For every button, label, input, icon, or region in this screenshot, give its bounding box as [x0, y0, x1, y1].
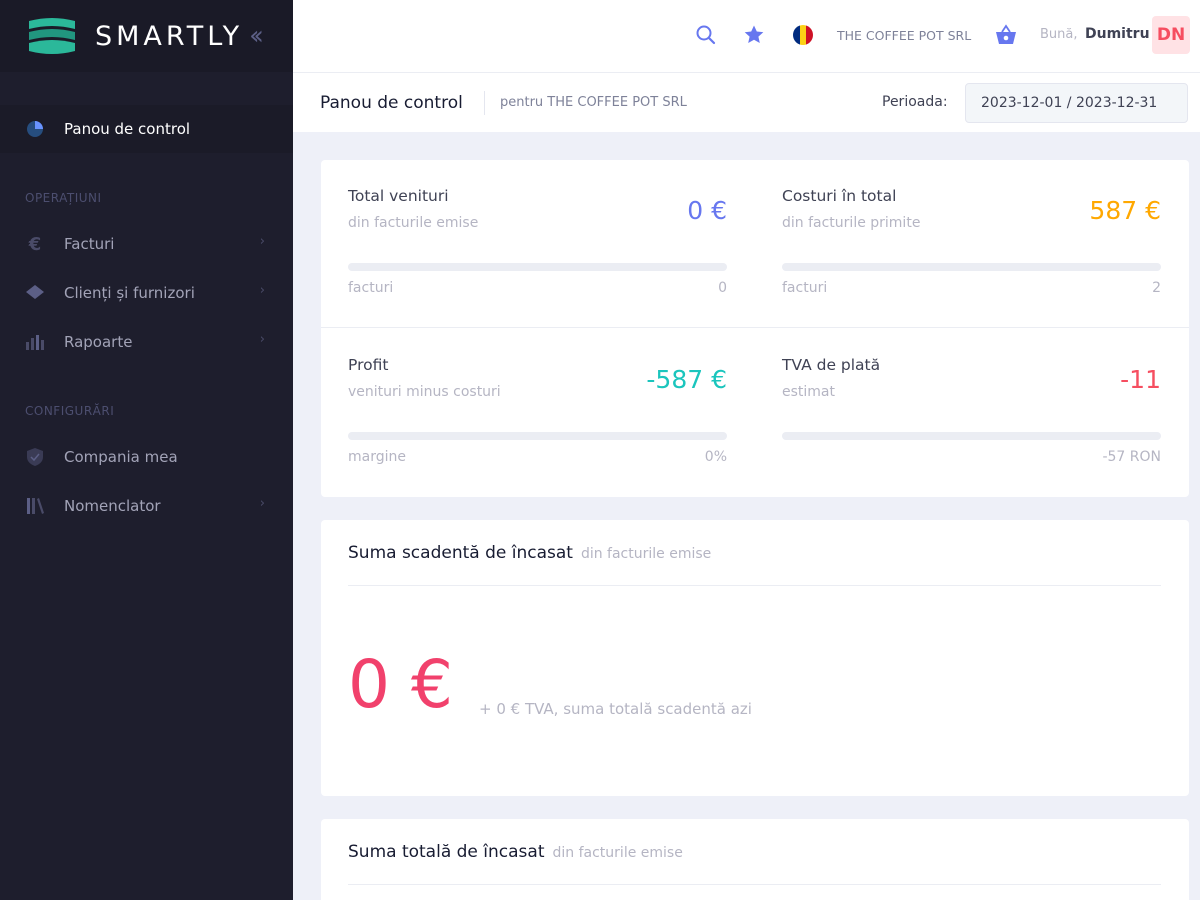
stat-tva-plata: TVA de plată estimat -11 -57 RON — [755, 329, 1189, 497]
due-note: + 0 € TVA, suma totală scadentă azi — [479, 700, 752, 718]
logo-icon — [29, 18, 75, 54]
stat-progress-bar — [348, 263, 727, 271]
sidebar-item-rapoarte[interactable]: Rapoarte › — [0, 320, 293, 364]
stat-total-venituri: Total venituri din facturile emise 0 € f… — [321, 160, 755, 328]
greeting: Bună, — [1040, 27, 1078, 42]
shield-icon — [25, 447, 45, 467]
stat-foot-value: -57 RON — [1102, 449, 1161, 465]
stat-foot-label: facturi — [348, 280, 394, 296]
stat-title: Profit — [348, 356, 389, 374]
stat-title: Costuri în total — [782, 187, 897, 205]
total-amount-card: Suma totală de încasat din facturile emis… — [321, 819, 1189, 900]
card-title: Suma scadentă de încasat din facturile em… — [348, 543, 711, 563]
sidebar-item-label: Facturi — [64, 235, 115, 253]
card-title-text: Suma totală de încasat — [348, 842, 545, 862]
card-title-text: Suma scadentă de încasat — [348, 543, 573, 563]
period-label: Perioada: — [882, 94, 948, 110]
sidebar-item-nomenclator[interactable]: Nomenclator › — [0, 484, 293, 528]
stat-foot-label: margine — [348, 449, 406, 465]
stat-value: 0 € — [687, 196, 727, 225]
stat-progress-bar — [782, 263, 1161, 271]
stat-value: 587 € — [1089, 196, 1161, 225]
stat-progress-bar — [782, 432, 1161, 440]
pie-chart-icon — [25, 119, 45, 139]
sidebar-item-clienti[interactable]: Clienți și furnizori › — [0, 271, 293, 315]
card-subtitle: din facturile emise — [580, 546, 712, 562]
card-title: Suma totală de încasat din facturile emis… — [348, 842, 683, 862]
subheader: Panou de control pentru THE COFFEE POT S… — [293, 72, 1200, 132]
due-amount-card: Suma scadentă de încasat din facturile em… — [321, 520, 1189, 796]
stat-title: TVA de plată — [782, 356, 881, 374]
stat-progress-bar — [348, 432, 727, 440]
stat-foot-label: facturi — [782, 280, 828, 296]
header: THE COFFEE POT SRL Bună, Dumitru DN — [293, 0, 1200, 72]
euro-icon: € — [28, 233, 42, 255]
stat-value: -587 € — [646, 365, 727, 394]
sidebar-item-compania[interactable]: Compania mea — [0, 435, 293, 479]
card-subtitle: din facturile emise — [552, 845, 683, 861]
divider — [348, 585, 1161, 586]
search-icon[interactable] — [695, 24, 717, 46]
chevron-right-icon: › — [259, 496, 265, 511]
star-icon[interactable] — [743, 24, 765, 46]
stat-subtitle: din facturile emise — [348, 215, 479, 231]
sidebar-item-label: Clienți și furnizori — [64, 284, 195, 302]
avatar[interactable]: DN — [1152, 16, 1190, 54]
divider — [348, 884, 1161, 885]
library-icon — [25, 496, 45, 516]
stat-foot-value: 0 — [718, 280, 727, 296]
chevron-right-icon: › — [259, 283, 265, 298]
section-title: CONFIGURĂRI — [25, 404, 115, 418]
page-title: Panou de control — [320, 93, 463, 113]
stat-foot-value: 2 — [1152, 280, 1161, 296]
sidebar-item-facturi[interactable]: € Facturi › — [0, 222, 293, 266]
company-name[interactable]: THE COFFEE POT SRL — [837, 28, 971, 43]
sidebar-item-dashboard[interactable]: Panou de control — [0, 105, 293, 153]
due-amount: 0 € — [348, 646, 453, 723]
sidebar-item-label: Rapoarte — [64, 333, 133, 351]
layers-icon — [25, 283, 45, 303]
divider — [484, 91, 485, 115]
stat-profit: Profit venituri minus costuri -587 € mar… — [321, 329, 755, 497]
brand-name: SMARTLY — [95, 20, 244, 52]
stat-foot-value: 0% — [704, 449, 727, 465]
stat-value: -11 — [1120, 365, 1161, 394]
brand: SMARTLY ‹‹ — [0, 0, 293, 72]
stat-title: Total venituri — [348, 187, 449, 205]
chevron-right-icon: › — [259, 234, 265, 249]
basket-icon[interactable] — [995, 24, 1017, 46]
sidebar-item-label: Panou de control — [64, 120, 191, 138]
page-subtitle: pentru THE COFFEE POT SRL — [500, 95, 687, 110]
sidebar-item-label: Compania mea — [64, 448, 178, 466]
sidebar-item-label: Nomenclator — [64, 497, 161, 515]
stats-card: Total venituri din facturile emise 0 € f… — [321, 160, 1189, 497]
chevron-right-icon: › — [259, 332, 265, 347]
stat-subtitle: estimat — [782, 384, 835, 400]
collapse-sidebar-icon[interactable]: ‹‹ — [249, 23, 264, 49]
bar-chart-icon — [25, 332, 45, 352]
section-title: OPERAȚIUNI — [25, 191, 102, 205]
stat-subtitle: venituri minus costuri — [348, 384, 501, 400]
stat-subtitle: din facturile primite — [782, 215, 921, 231]
user-name[interactable]: Dumitru — [1085, 26, 1150, 42]
period-date-range-input[interactable] — [965, 83, 1188, 123]
stat-costuri-total: Costuri în total din facturile primite 5… — [755, 160, 1189, 328]
flag-ro-icon[interactable] — [792, 24, 814, 46]
sidebar: SMARTLY ‹‹ Panou de control OPERAȚIUNI €… — [0, 0, 293, 900]
